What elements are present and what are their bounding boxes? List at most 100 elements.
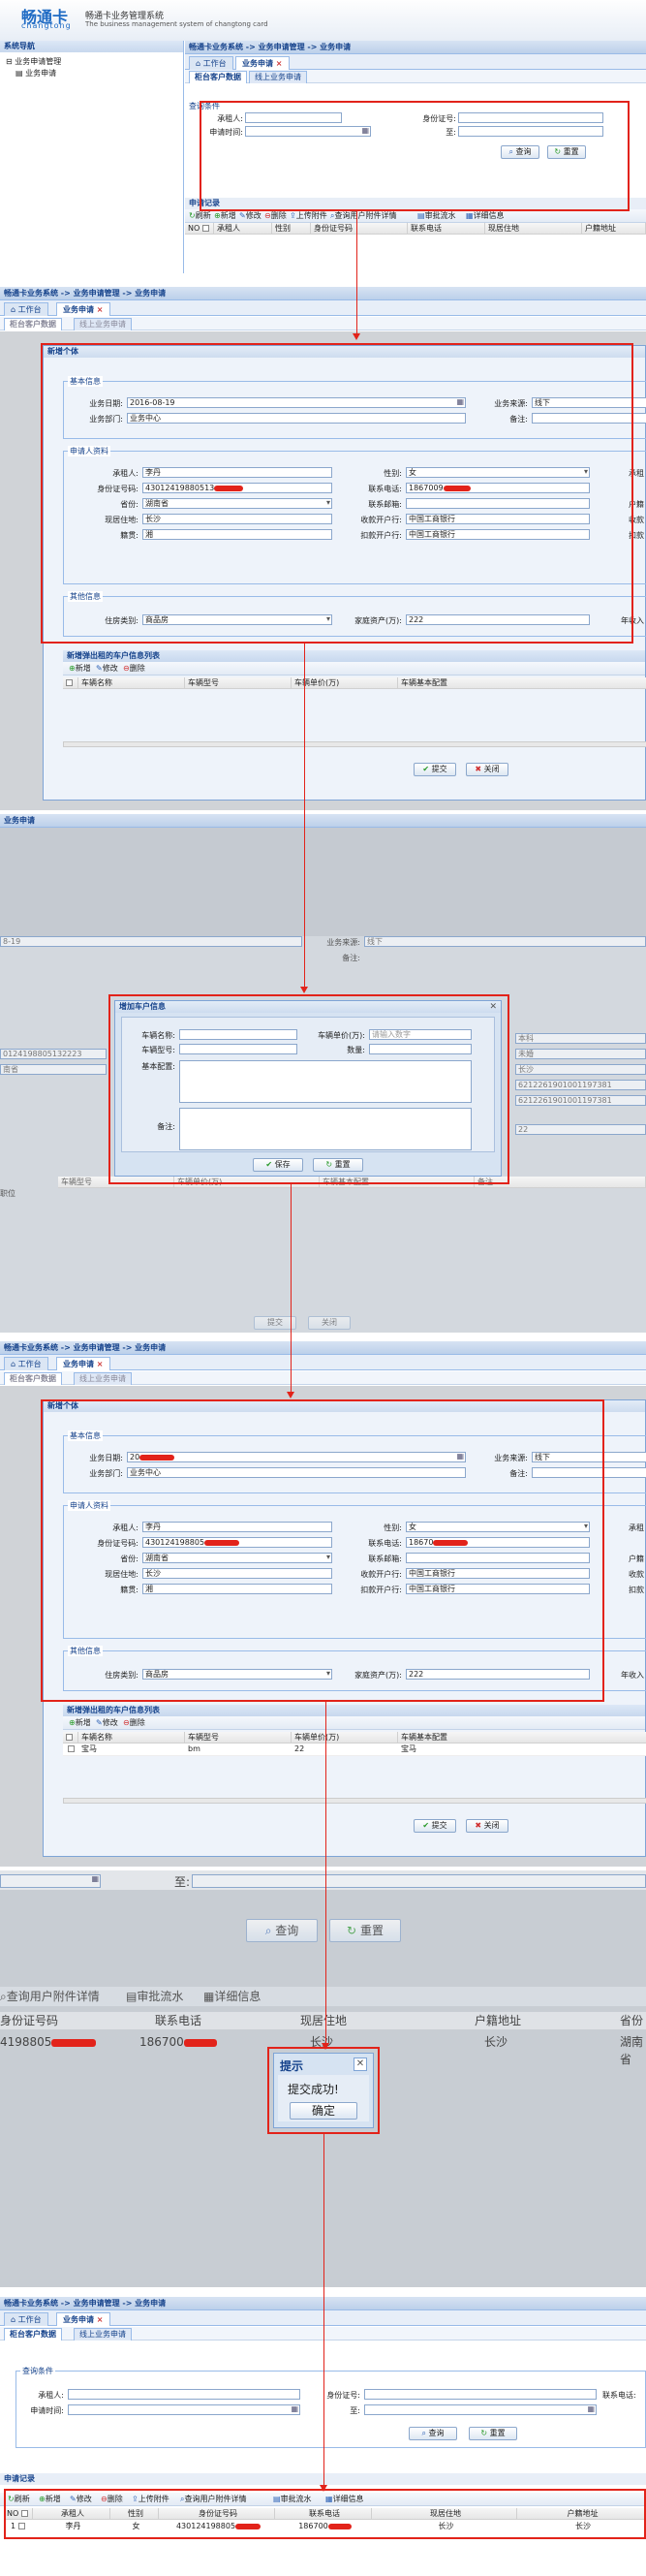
- bg-id: 0124198805132223: [0, 1049, 107, 1059]
- vehicle-delete-button[interactable]: ⊖删除: [123, 663, 145, 675]
- breadcrumb: 畅通卡业务系统 -> 业务申请管理 -> 业务申请: [185, 41, 646, 54]
- subtab-counter[interactable]: 柜台客户数据: [189, 71, 247, 83]
- attachment-detail-button[interactable]: ⌕查询用户附件详情: [330, 210, 396, 222]
- tab-workbench[interactable]: ⌂ 工作台: [4, 1357, 48, 1370]
- arrow-down-icon: [320, 2485, 327, 2492]
- screen-form-with-vehicle: 畅通卡业务系统 -> 业务申请管理 -> 业务申请 ⌂ 工作台 业务申请 × 柜…: [0, 1341, 646, 1867]
- subtab-online[interactable]: 线上业务申请: [249, 71, 307, 83]
- highlight-form: [41, 1399, 604, 1702]
- tab-label: 工作台: [17, 2315, 42, 2324]
- zoom-col-phone: 联系电话: [155, 2014, 202, 2027]
- sidebar-item-label: 业务申请: [25, 69, 57, 78]
- select-all-checkbox[interactable]: [66, 1734, 73, 1741]
- zoom-cell-reg: 长沙: [484, 2035, 508, 2049]
- zoom-col-id: 身份证号码: [0, 2014, 59, 2027]
- h-scrollbar[interactable]: [63, 741, 646, 747]
- detail-button[interactable]: ▦详细信息: [466, 210, 505, 222]
- app-header: 畅通卡 changtong 畅通卡业务管理系统 The business man…: [0, 0, 646, 41]
- sidebar-item-apply[interactable]: ▤ 业务申请: [15, 68, 56, 79]
- arrow-down-icon: [287, 1392, 294, 1398]
- system-title-en: The business management system of changt…: [85, 20, 268, 28]
- upload-button[interactable]: ⇪上传附件: [290, 210, 327, 222]
- subtab-online[interactable]: 线上业务申请: [74, 1372, 132, 1385]
- vehicle-row[interactable]: 宝马 bm 22 宝马: [63, 1744, 646, 1756]
- sidebar-group[interactable]: ⊟ 业务申请管理: [6, 56, 61, 67]
- subtab-online[interactable]: 线上业务申请: [74, 318, 132, 330]
- tab-apply[interactable]: 业务申请 ×: [56, 302, 110, 316]
- approval-flow-button[interactable]: ▤审批流水: [417, 210, 456, 222]
- subtab-counter[interactable]: 柜台客户数据: [4, 318, 62, 330]
- highlight-form: [41, 343, 633, 644]
- reset-button[interactable]: ↻ 重置: [469, 2427, 517, 2440]
- tab-apply[interactable]: 业务申请 ×: [56, 1357, 110, 1370]
- tab-apply[interactable]: 业务申请 ×: [56, 2312, 110, 2326]
- col-vcfg: 车辆基本配置: [398, 1732, 646, 1744]
- bg-close: 关闭: [308, 1316, 351, 1330]
- close-icon[interactable]: ×: [97, 305, 104, 314]
- subtab-online[interactable]: 线上业务申请: [74, 2328, 132, 2340]
- close-icon[interactable]: ×: [97, 2315, 104, 2324]
- vehicle-edit-button[interactable]: ✎修改: [96, 663, 118, 675]
- vehicle-edit-button[interactable]: ✎修改: [96, 1717, 118, 1729]
- search-label: 查询: [428, 2429, 445, 2437]
- connector-line: [323, 2134, 324, 2489]
- add-button[interactable]: ⊕新增: [214, 210, 236, 222]
- col-no: NO: [185, 223, 214, 235]
- applicant-label: 承租人:: [38, 2391, 64, 2400]
- sidebar: 系统导航 ⊟ 业务申请管理 ▤ 业务申请: [0, 41, 184, 273]
- cut-label: 户籍: [629, 1555, 644, 1563]
- delete-button[interactable]: ⊖删除: [264, 210, 287, 222]
- zoom-date-row: 至:: [0, 1870, 646, 1890]
- search-button[interactable]: ⌕ 查询: [409, 2427, 457, 2440]
- close-label: 关闭: [483, 765, 500, 773]
- tab-bar: ⌂ 工作台 业务申请 ×: [0, 300, 646, 316]
- col-id: 身份证号码: [311, 223, 408, 235]
- screen-main-list: 畅通卡 changtong 畅通卡业务管理系统 The business man…: [0, 0, 646, 273]
- bg-right-1: 未婚: [515, 1049, 646, 1059]
- close-icon[interactable]: ×: [97, 1360, 104, 1368]
- vehicle-add-button[interactable]: ⊕新增: [69, 1717, 91, 1729]
- h-scrollbar[interactable]: [63, 1798, 646, 1804]
- tb-label: 刷新: [195, 211, 211, 220]
- apply-time-start[interactable]: [68, 2404, 300, 2415]
- connector-line: [304, 644, 305, 987]
- submit-button[interactable]: ✔ 提交: [414, 763, 456, 776]
- tab-workbench[interactable]: ⌂ 工作台: [4, 302, 48, 316]
- tab-apply[interactable]: 业务申请 ×: [235, 56, 290, 70]
- select-all-checkbox[interactable]: [66, 679, 73, 686]
- highlight-toast: [267, 2047, 380, 2134]
- close-button[interactable]: ✖ 关闭: [466, 763, 508, 776]
- close-label: 关闭: [483, 1821, 500, 1830]
- tb-label: 详细信息: [473, 211, 505, 220]
- tab-workbench[interactable]: ⌂ 工作台: [189, 56, 233, 70]
- submit-label: 提交: [431, 1821, 447, 1830]
- sub-tab-bar: 柜台客户数据 线上业务申请: [185, 70, 646, 83]
- tb-label: 修改: [102, 1718, 118, 1727]
- applicant-input[interactable]: [68, 2389, 300, 2400]
- tab-label: 工作台: [202, 59, 227, 68]
- close-button[interactable]: ✖ 关闭: [466, 1819, 508, 1833]
- zoom-tb-approval: ▤审批流水: [126, 1990, 184, 2003]
- row-checkbox[interactable]: [65, 1744, 75, 1755]
- reset-label: 重置: [489, 2429, 506, 2437]
- tab-workbench[interactable]: ⌂ 工作台: [4, 2312, 48, 2326]
- col-vname: 车辆名称: [78, 1732, 185, 1744]
- select-all-checkbox[interactable]: [201, 225, 209, 232]
- idno-input[interactable]: [364, 2389, 597, 2400]
- highlight-dialog: [108, 994, 509, 1184]
- submit-button[interactable]: ✔ 提交: [414, 1819, 456, 1833]
- apply-time-end[interactable]: [364, 2404, 597, 2415]
- subtab-counter[interactable]: 柜台客户数据: [4, 2328, 62, 2340]
- bg-right-3: 6212261901001197381: [515, 1080, 646, 1090]
- edit-button[interactable]: ✎修改: [239, 210, 261, 222]
- vehicle-delete-button[interactable]: ⊖删除: [123, 1717, 145, 1729]
- highlight-records: [4, 2489, 646, 2539]
- refresh-button[interactable]: ↻刷新: [189, 210, 211, 222]
- zoom-reset-button: ↻ 重置: [329, 1919, 401, 1942]
- tb-label: 审批流水: [424, 211, 456, 220]
- zoom-date-start: [0, 1874, 101, 1888]
- close-icon[interactable]: ×: [276, 59, 283, 68]
- subtab-counter[interactable]: 柜台客户数据: [4, 1372, 62, 1385]
- arrow-down-icon: [353, 333, 360, 340]
- vehicle-add-button[interactable]: ⊕新增: [69, 663, 91, 675]
